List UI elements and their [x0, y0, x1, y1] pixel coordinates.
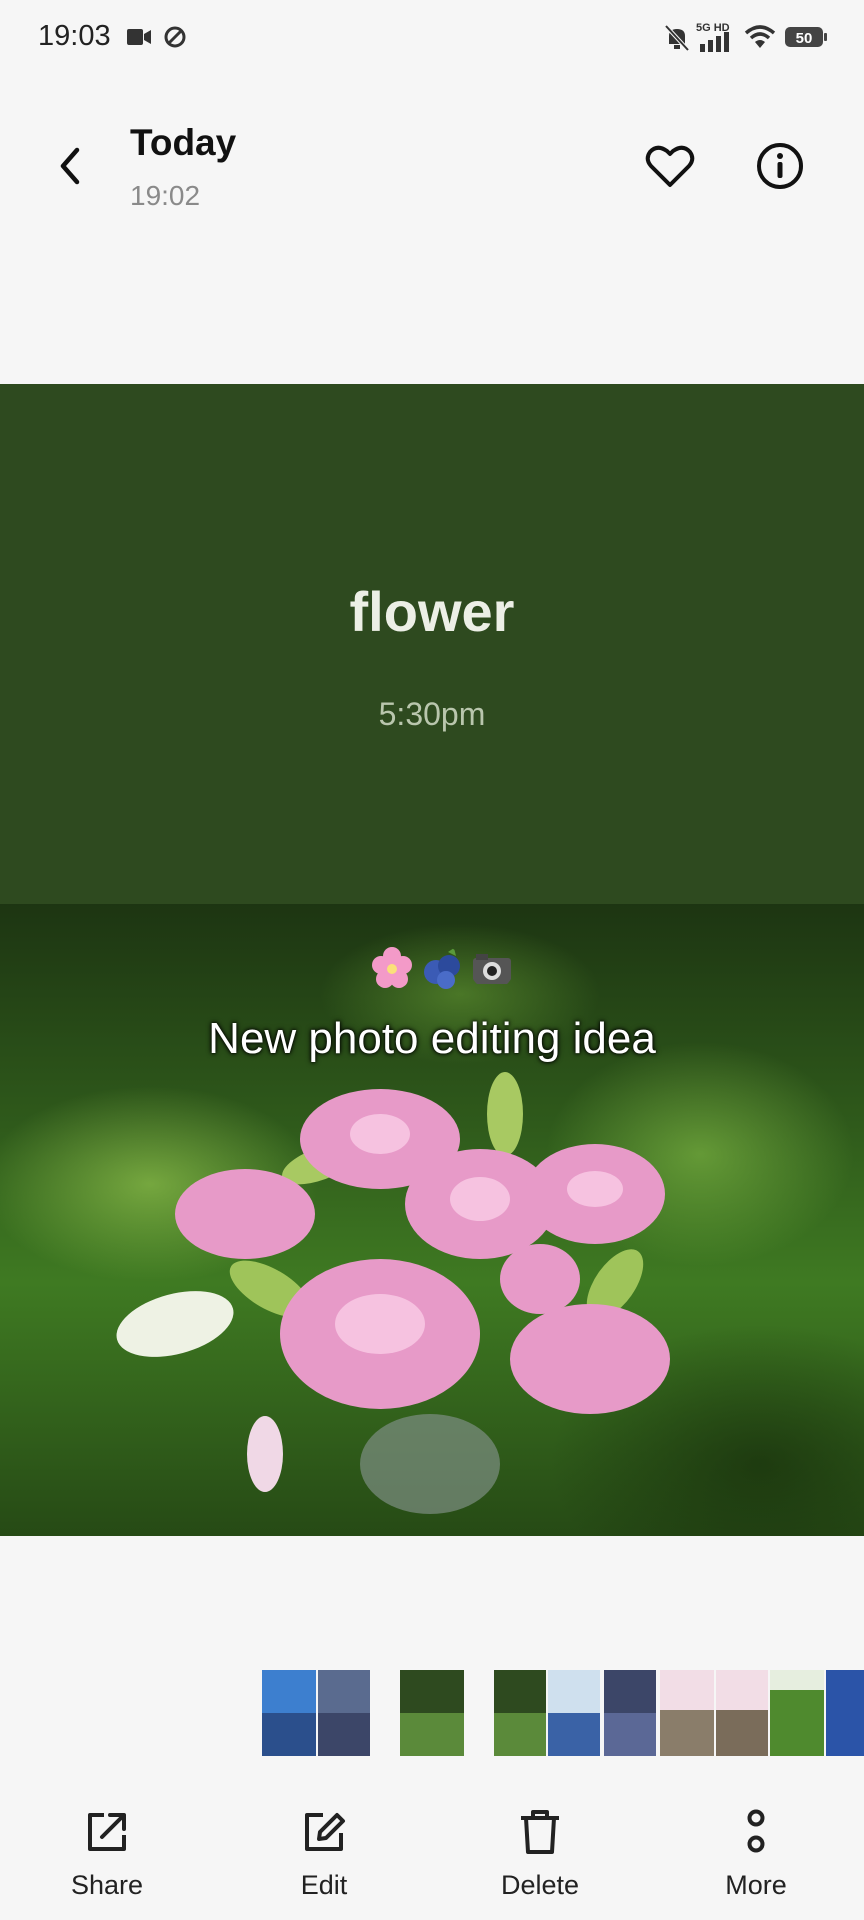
thumbnail[interactable]: [770, 1670, 824, 1756]
thumbnail[interactable]: [548, 1670, 600, 1756]
delete-label: Delete: [500, 1870, 580, 1900]
thumbnail[interactable]: [660, 1670, 714, 1756]
heart-icon: [645, 143, 695, 194]
more-label: More: [725, 1870, 787, 1900]
thumbnail[interactable]: [400, 1670, 464, 1756]
edit-button[interactable]: Edit: [244, 1800, 404, 1910]
blueberries-emoji: [420, 946, 464, 995]
favorite-button[interactable]: [640, 138, 700, 198]
camera-emoji: [470, 946, 514, 995]
share-label: Share: [70, 1870, 144, 1900]
back-chevron-icon: [55, 144, 85, 193]
flower-photo: New photo editing idea: [0, 904, 864, 1536]
page-subtitle-time: 19:02: [130, 180, 201, 211]
signal-5g-hd-icon: 5G HD: [694, 20, 738, 59]
thumbnail[interactable]: [604, 1670, 656, 1756]
bottom-action-bar: Share Edit Delete More: [0, 1800, 864, 1920]
battery-level: 50: [796, 30, 813, 47]
status-time: 19:03: [38, 20, 111, 52]
share-icon: [84, 1804, 130, 1860]
page-title: Today: [130, 122, 237, 163]
delete-icon: [517, 1804, 563, 1860]
video-record-icon: [126, 26, 152, 53]
edit-icon: [301, 1804, 347, 1860]
more-button[interactable]: More: [676, 1800, 836, 1910]
info-icon: [755, 141, 805, 196]
thumbnail[interactable]: [262, 1670, 316, 1756]
card-time: 5:30pm: [378, 696, 486, 732]
status-bar: 19:03 5G HD 50: [0, 0, 864, 80]
battery-icon: 50: [784, 24, 828, 55]
photo-view[interactable]: flower 5:30pm New photo editing idea: [0, 384, 864, 1536]
photo-title-card: flower 5:30pm: [0, 384, 864, 904]
viewer-header: Today 19:02: [0, 110, 864, 220]
thumbnail[interactable]: [716, 1670, 768, 1756]
share-button[interactable]: Share: [27, 1800, 187, 1910]
flower-bouquet-illustration: [116, 1072, 670, 1514]
rotation-icon: [162, 24, 188, 55]
info-button[interactable]: [750, 138, 810, 198]
more-icon: [744, 1804, 768, 1860]
cherry-blossom-emoji: [370, 946, 414, 995]
mute-bell-icon: [664, 24, 690, 57]
delete-button[interactable]: Delete: [460, 1800, 620, 1910]
thumbnail-strip[interactable]: [0, 1670, 864, 1756]
thumbnail[interactable]: [826, 1670, 864, 1756]
thumbnail[interactable]: [494, 1670, 546, 1756]
card-title: flower: [349, 580, 515, 643]
edit-label: Edit: [300, 1870, 348, 1900]
back-button[interactable]: [40, 138, 100, 198]
photo-caption: New photo editing idea: [208, 1014, 656, 1063]
caption-emojis: [370, 946, 514, 995]
wifi-icon: [744, 24, 776, 55]
thumbnail[interactable]: [318, 1670, 370, 1756]
photo-viewer-screen: 19:03 5G HD 50 Today 19:02 flower 5:30pm…: [0, 0, 864, 1920]
